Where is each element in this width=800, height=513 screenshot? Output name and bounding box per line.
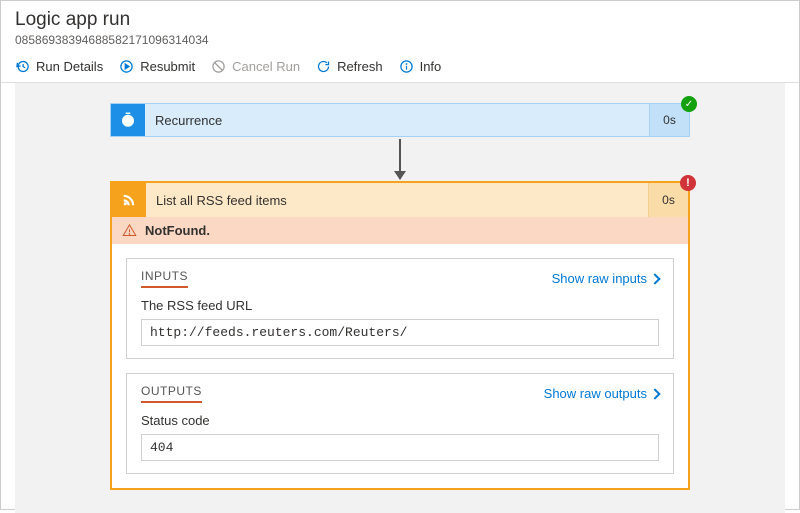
inputs-section: INPUTS Show raw inputs The RSS feed URL … [126, 258, 674, 359]
refresh-label: Refresh [337, 59, 383, 74]
cancel-label: Cancel Run [232, 59, 300, 74]
designer-canvas: Recurrence 0s ✓ ! List all RSS feed item… [15, 83, 785, 513]
chevron-right-icon [649, 388, 660, 399]
refresh-icon [316, 59, 331, 74]
error-message-strip: NotFound. [112, 217, 688, 244]
rss-step[interactable]: ! List all RSS feed items 0s NotFound. I… [110, 181, 690, 490]
rss-url-value: http://feeds.reuters.com/Reuters/ [141, 319, 659, 346]
warning-icon [122, 223, 137, 238]
cancel-run-button: Cancel Run [211, 59, 300, 74]
outputs-label: OUTPUTS [141, 384, 202, 403]
resubmit-button[interactable]: Resubmit [119, 59, 195, 74]
inputs-label: INPUTS [141, 269, 188, 288]
connector-arrow [15, 137, 785, 181]
toolbar: Run Details Resubmit Cancel Run Refresh … [1, 53, 799, 83]
info-label: Info [420, 59, 442, 74]
show-raw-outputs-link[interactable]: Show raw outputs [544, 386, 659, 401]
error-text: NotFound. [145, 223, 210, 238]
history-icon [15, 59, 30, 74]
refresh-button[interactable]: Refresh [316, 59, 383, 74]
status-code-value: 404 [141, 434, 659, 461]
rss-icon [112, 183, 146, 217]
rss-url-label: The RSS feed URL [141, 298, 659, 313]
rss-step-title: List all RSS feed items [146, 183, 648, 217]
run-details-button[interactable]: Run Details [15, 59, 103, 74]
run-id: 08586938394688582171096314034 [15, 33, 785, 47]
success-badge: ✓ [681, 96, 697, 112]
recurrence-title: Recurrence [145, 104, 649, 136]
recurrence-step[interactable]: Recurrence 0s ✓ [110, 103, 690, 137]
info-button[interactable]: Info [399, 59, 442, 74]
chevron-right-icon [649, 273, 660, 284]
page-title: Logic app run [15, 9, 785, 31]
raw-outputs-text: Show raw outputs [544, 386, 647, 401]
info-icon [399, 59, 414, 74]
status-code-label: Status code [141, 413, 659, 428]
resubmit-icon [119, 59, 134, 74]
run-details-label: Run Details [36, 59, 103, 74]
outputs-section: OUTPUTS Show raw outputs Status code 404 [126, 373, 674, 474]
cancel-icon [211, 59, 226, 74]
raw-inputs-text: Show raw inputs [552, 271, 647, 286]
resubmit-label: Resubmit [140, 59, 195, 74]
show-raw-inputs-link[interactable]: Show raw inputs [552, 271, 659, 286]
clock-icon [111, 104, 145, 136]
error-badge: ! [680, 175, 696, 191]
